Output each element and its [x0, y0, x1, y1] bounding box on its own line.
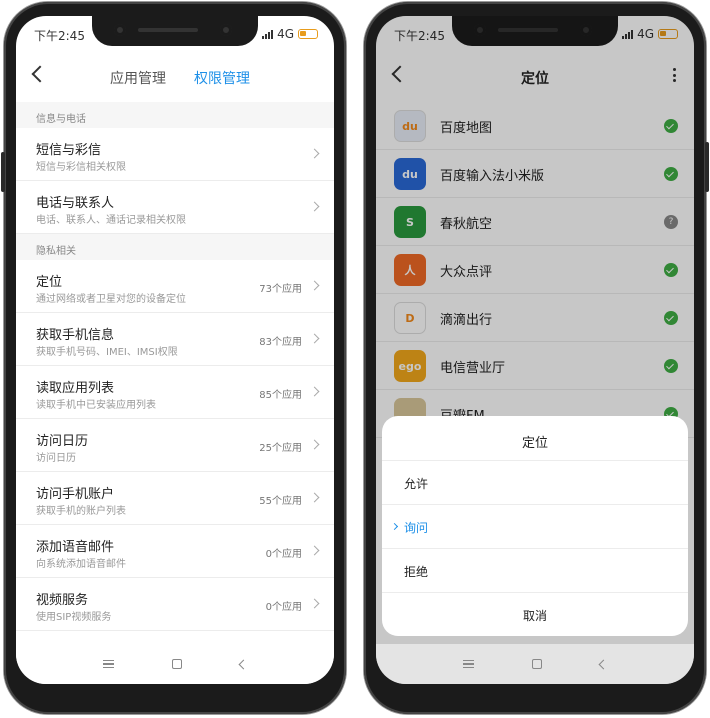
home-icon[interactable] — [532, 659, 542, 669]
app-count: 0个应用 — [265, 549, 302, 560]
row-subtitle: 获取手机号码、IMEI、IMSI权限 — [36, 347, 178, 358]
row-title: 短信与彩信 — [36, 143, 102, 158]
power-button — [705, 142, 709, 192]
section-header: 信息与电话 — [16, 102, 334, 128]
row-title: 读取应用列表 — [36, 381, 115, 396]
back-icon[interactable] — [598, 659, 609, 669]
row-title: 视频服务 — [36, 593, 89, 608]
battery-icon — [298, 29, 318, 39]
permission-choice-sheet: 定位 允许 询问 拒绝 取消 — [382, 416, 688, 636]
phone-left: 下午2:45 4G 应用管理 权限管理 信息与电话 短信与彩信 短信与彩信相关权… — [1, 2, 346, 714]
row-title: 电话与联系人 — [36, 196, 115, 211]
permission-row-video[interactable]: 视频服务 使用SIP视频服务 0个应用 — [16, 578, 334, 631]
row-subtitle: 短信与彩信相关权限 — [36, 162, 126, 173]
row-title: 定位 — [36, 275, 63, 290]
row-subtitle: 获取手机的账户列表 — [36, 506, 126, 517]
home-icon[interactable] — [172, 659, 182, 669]
tab-permission-management[interactable]: 权限管理 — [194, 68, 250, 88]
system-nav-bar — [376, 644, 694, 684]
chevron-right-icon — [309, 386, 320, 397]
permission-row-accounts[interactable]: 访问手机账户 获取手机的账户列表 55个应用 — [16, 472, 334, 525]
chevron-right-icon — [309, 148, 320, 159]
section-header: 隐私相关 — [16, 234, 334, 260]
app-count: 83个应用 — [259, 337, 302, 348]
row-subtitle: 访问日历 — [36, 453, 76, 464]
row-subtitle: 读取手机中已安装应用列表 — [36, 400, 156, 411]
permission-row-voicemail[interactable]: 添加语音邮件 向系统添加语音邮件 0个应用 — [16, 525, 334, 578]
permission-row-phone-info[interactable]: 获取手机信息 获取手机号码、IMEI、IMSI权限 83个应用 — [16, 313, 334, 366]
cancel-button[interactable]: 取消 — [382, 592, 688, 636]
phone-right: 下午2:45 4G 定位 du 百度地图 du 百度输入法小米版 S 春秋航空? 人大众点评… — [364, 2, 709, 714]
option-allow[interactable]: 允许 — [382, 460, 688, 504]
app-count: 55个应用 — [259, 496, 302, 507]
row-subtitle: 电话、联系人、通话记录相关权限 — [36, 215, 186, 226]
row-subtitle: 使用SIP视频服务 — [36, 612, 112, 623]
screen-permission-management: 下午2:45 4G 应用管理 权限管理 信息与电话 短信与彩信 短信与彩信相关权… — [16, 16, 334, 684]
row-subtitle: 向系统添加语音邮件 — [36, 559, 126, 570]
chevron-right-icon — [309, 545, 320, 556]
permission-row-calendar[interactable]: 访问日历 访问日历 25个应用 — [16, 419, 334, 472]
speaker — [138, 28, 198, 32]
row-title: 获取手机信息 — [36, 328, 115, 343]
permission-row-app-list[interactable]: 读取应用列表 读取手机中已安装应用列表 85个应用 — [16, 366, 334, 419]
permission-list: 信息与电话 短信与彩信 短信与彩信相关权限 电话与联系人 电话、联系人、通话记录… — [16, 102, 334, 631]
selected-chevron-icon — [390, 522, 399, 531]
row-title: 访问手机账户 — [36, 487, 115, 502]
option-deny[interactable]: 拒绝 — [382, 548, 688, 592]
back-arrow-icon[interactable] — [31, 65, 49, 83]
permission-row-location[interactable]: 定位 通过网络或者卫星对您的设备定位 73个应用 — [16, 260, 334, 313]
menu-icon[interactable] — [103, 660, 114, 668]
menu-icon[interactable] — [463, 660, 474, 668]
option-label: 询问 — [404, 521, 429, 535]
app-count: 0个应用 — [265, 602, 302, 613]
row-subtitle: 通过网络或者卫星对您的设备定位 — [36, 294, 186, 305]
system-nav-bar — [16, 644, 334, 684]
back-icon[interactable] — [238, 659, 249, 669]
option-ask[interactable]: 询问 — [382, 504, 688, 548]
permission-row-sms[interactable]: 短信与彩信 短信与彩信相关权限 — [16, 128, 334, 181]
volume-button — [1, 152, 5, 192]
chevron-right-icon — [309, 598, 320, 609]
option-label: 拒绝 — [404, 565, 429, 579]
chevron-right-icon — [309, 280, 320, 291]
option-label: 允许 — [404, 477, 429, 491]
screen-location-permission: 下午2:45 4G 定位 du 百度地图 du 百度输入法小米版 S 春秋航空? 人大众点评… — [376, 16, 694, 684]
network-type: 4G — [277, 27, 294, 41]
app-count: 85个应用 — [259, 390, 302, 401]
permission-row-phone-contacts[interactable]: 电话与联系人 电话、联系人、通话记录相关权限 — [16, 181, 334, 234]
signal-icon — [262, 29, 274, 39]
notch — [92, 16, 258, 46]
row-title: 访问日历 — [36, 434, 89, 449]
tab-app-management[interactable]: 应用管理 — [110, 68, 166, 88]
front-camera-icon — [114, 24, 126, 36]
chevron-right-icon — [309, 201, 320, 212]
sheet-title: 定位 — [521, 436, 548, 451]
app-count: 25个应用 — [259, 443, 302, 454]
sensor-icon — [220, 24, 232, 36]
row-title: 添加语音邮件 — [36, 540, 115, 555]
status-time: 下午2:45 — [34, 29, 85, 43]
chevron-right-icon — [309, 333, 320, 344]
app-count: 73个应用 — [259, 284, 302, 295]
top-navigation: 应用管理 权限管理 — [16, 50, 334, 102]
chevron-right-icon — [309, 492, 320, 503]
chevron-right-icon — [309, 439, 320, 450]
